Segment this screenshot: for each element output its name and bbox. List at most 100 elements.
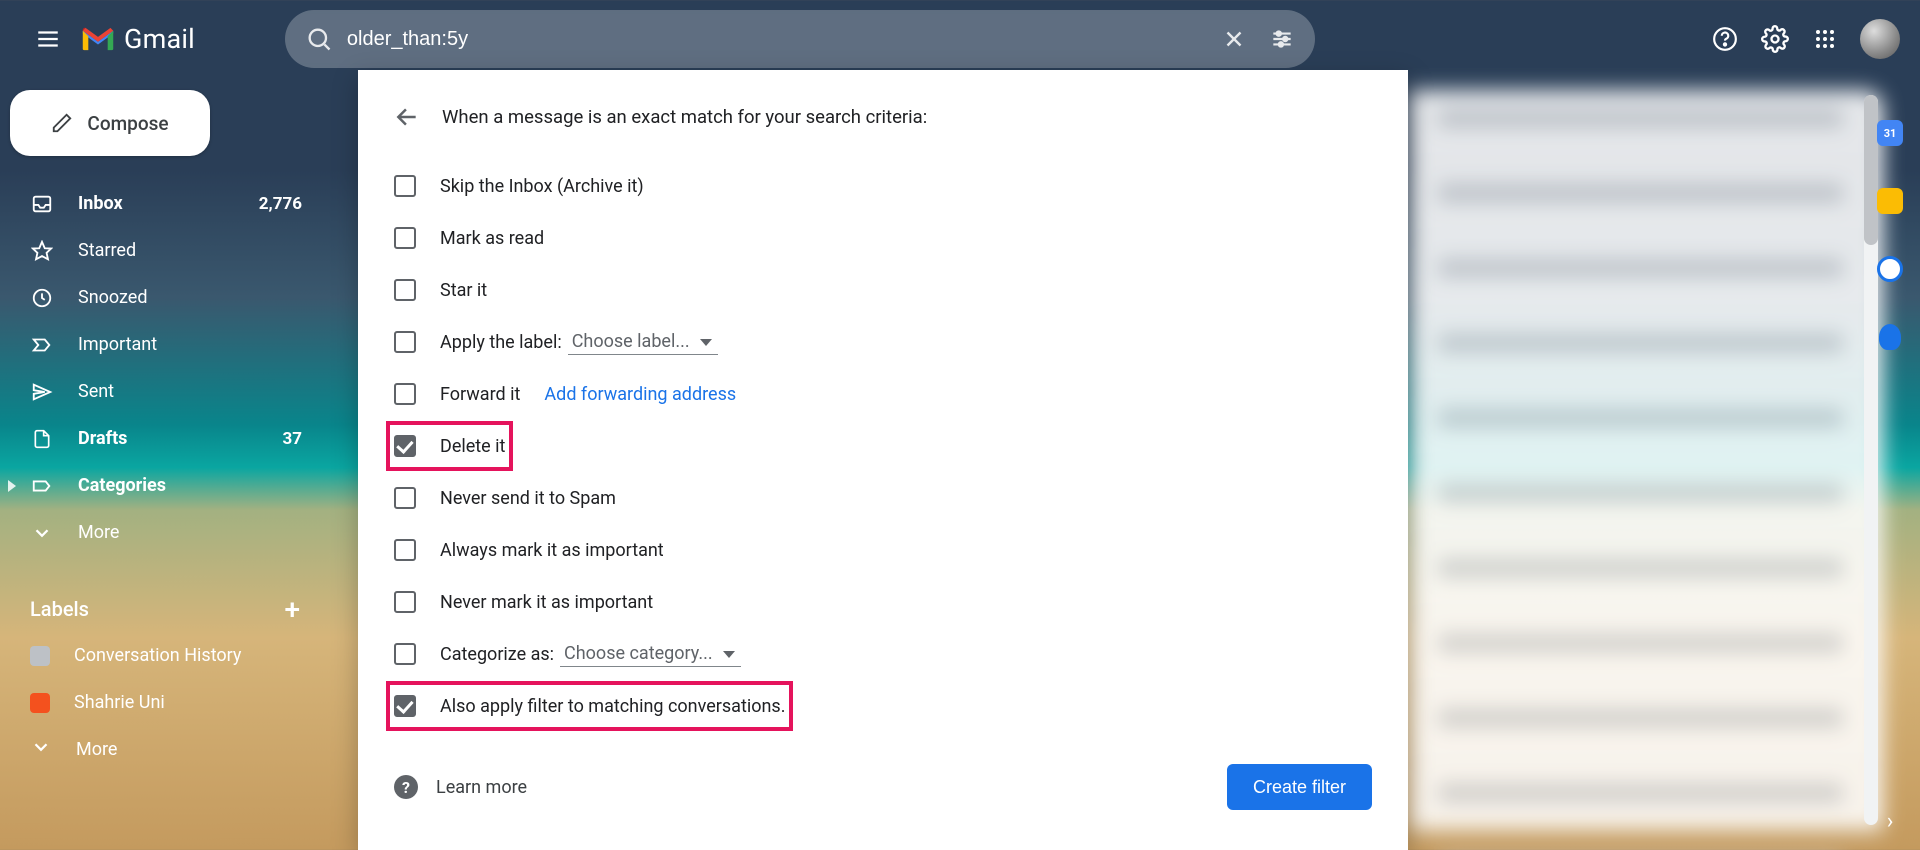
option-categorize: Categorize as: Choose category... bbox=[394, 628, 1372, 680]
sidebar-item-snoozed[interactable]: Snoozed bbox=[10, 274, 320, 321]
keep-app-icon[interactable] bbox=[1877, 188, 1903, 214]
label-delete: Delete it bbox=[440, 436, 505, 457]
sidebar-item-starred[interactable]: Starred bbox=[10, 227, 320, 274]
label-also-apply: Also apply filter to matching conversati… bbox=[440, 696, 785, 717]
labels-title: Labels bbox=[30, 597, 89, 621]
apps-button[interactable] bbox=[1810, 24, 1840, 54]
checkbox-star[interactable] bbox=[394, 279, 416, 301]
important-icon bbox=[30, 333, 54, 357]
search-bar[interactable] bbox=[285, 10, 1315, 68]
sidebar-item-sent[interactable]: Sent bbox=[10, 368, 320, 415]
label-color-icon bbox=[30, 646, 50, 666]
sidebar-item-label: More bbox=[78, 522, 119, 543]
label-item-shahrie-uni[interactable]: Shahrie Uni bbox=[10, 679, 320, 726]
settings-button[interactable] bbox=[1760, 24, 1790, 54]
hamburger-icon bbox=[35, 26, 61, 52]
label-item-more[interactable]: More bbox=[10, 726, 320, 773]
label-forward: Forward it bbox=[440, 384, 520, 405]
option-delete: Delete it bbox=[394, 420, 1372, 472]
add-forwarding-link[interactable]: Add forwarding address bbox=[544, 384, 736, 405]
checkbox-apply-label[interactable] bbox=[394, 331, 416, 353]
learn-more-link[interactable]: ? Learn more bbox=[394, 775, 527, 799]
checkbox-never-spam[interactable] bbox=[394, 487, 416, 509]
label-name: Shahrie Uni bbox=[74, 692, 165, 713]
logo[interactable]: Gmail bbox=[80, 23, 195, 55]
label-name: Conversation History bbox=[74, 645, 241, 666]
search-icon bbox=[305, 25, 333, 53]
label-categorize: Categorize as: bbox=[440, 644, 554, 665]
app-header: Gmail bbox=[0, 0, 1920, 78]
apps-grid-icon bbox=[1813, 27, 1837, 51]
mail-list-blurred bbox=[1408, 90, 1883, 830]
option-never-important: Never mark it as important bbox=[394, 576, 1372, 628]
label-never-spam: Never send it to Spam bbox=[440, 488, 616, 509]
sidebar-item-label: Inbox bbox=[78, 193, 123, 214]
label-mark-read: Mark as read bbox=[440, 228, 544, 249]
gmail-icon bbox=[80, 25, 116, 53]
label-always-important: Always mark it as important bbox=[440, 540, 664, 561]
contacts-app-icon[interactable] bbox=[1879, 324, 1901, 350]
sidebar-item-label: Snoozed bbox=[78, 287, 148, 308]
filter-options: Skip the Inbox (Archive it) Mark as read… bbox=[394, 160, 1372, 732]
clear-search-icon[interactable] bbox=[1221, 26, 1247, 52]
checkbox-never-important[interactable] bbox=[394, 591, 416, 613]
sidebar-item-important[interactable]: Important bbox=[10, 321, 320, 368]
compose-button[interactable]: Compose bbox=[10, 90, 210, 156]
help-icon: ? bbox=[394, 775, 418, 799]
sidebar-item-categories[interactable]: Categories bbox=[10, 462, 320, 509]
filter-title: When a message is an exact match for you… bbox=[442, 106, 927, 128]
filter-panel: When a message is an exact match for you… bbox=[358, 70, 1408, 850]
sidebar-item-label: Sent bbox=[78, 381, 114, 402]
label-item-conversation-history[interactable]: Conversation History bbox=[10, 632, 320, 679]
search-input[interactable] bbox=[347, 28, 1221, 51]
dropdown-choose-category[interactable]: Choose category... bbox=[560, 641, 741, 667]
labels-list: Conversation History Shahrie Uni More bbox=[10, 632, 320, 773]
label-apply-label: Apply the label: bbox=[440, 332, 562, 353]
create-filter-button[interactable]: Create filter bbox=[1227, 764, 1372, 810]
side-panel: › bbox=[1860, 90, 1920, 850]
more-icon bbox=[30, 521, 54, 545]
nav-list: Inbox 2,776 Starred Snoozed Important Sent Dra… bbox=[10, 180, 320, 556]
header-actions bbox=[1710, 19, 1900, 59]
support-button[interactable] bbox=[1710, 24, 1740, 54]
tasks-app-icon[interactable] bbox=[1877, 256, 1903, 282]
checkbox-forward[interactable] bbox=[394, 383, 416, 405]
calendar-app-icon[interactable] bbox=[1877, 120, 1903, 146]
checkbox-delete[interactable] bbox=[394, 435, 416, 457]
checkbox-mark-read[interactable] bbox=[394, 227, 416, 249]
main-menu-button[interactable] bbox=[20, 11, 76, 67]
dropdown-choose-label[interactable]: Choose label... bbox=[568, 329, 718, 355]
pencil-icon bbox=[51, 112, 73, 134]
checkbox-skip-inbox[interactable] bbox=[394, 175, 416, 197]
sidebar-item-count: 2,776 bbox=[259, 194, 302, 214]
label-skip-inbox: Skip the Inbox (Archive it) bbox=[440, 176, 644, 197]
gear-icon bbox=[1761, 25, 1789, 53]
option-forward: Forward it Add forwarding address bbox=[394, 368, 1372, 420]
inbox-icon bbox=[30, 192, 54, 216]
option-never-spam: Never send it to Spam bbox=[394, 472, 1372, 524]
account-avatar[interactable] bbox=[1860, 19, 1900, 59]
sidebar-item-drafts[interactable]: Drafts 37 bbox=[10, 415, 320, 462]
checkbox-categorize[interactable] bbox=[394, 643, 416, 665]
sidebar-item-count: 37 bbox=[282, 429, 302, 449]
back-arrow-icon[interactable] bbox=[394, 104, 420, 130]
label-name: More bbox=[76, 739, 117, 760]
add-label-button[interactable]: + bbox=[284, 593, 300, 626]
option-always-important: Always mark it as important bbox=[394, 524, 1372, 576]
side-panel-expand-icon[interactable]: › bbox=[1887, 809, 1894, 834]
label-star: Star it bbox=[440, 280, 487, 301]
filter-footer: ? Learn more Create filter bbox=[394, 764, 1372, 810]
checkbox-always-important[interactable] bbox=[394, 539, 416, 561]
chevron-down-icon bbox=[30, 736, 52, 763]
sidebar-item-more[interactable]: More bbox=[10, 509, 320, 556]
sidebar-item-label: Drafts bbox=[78, 428, 127, 449]
option-mark-read: Mark as read bbox=[394, 212, 1372, 264]
option-also-apply: Also apply filter to matching conversati… bbox=[394, 680, 1372, 732]
send-icon bbox=[30, 380, 54, 404]
labels-heading: Labels + bbox=[10, 586, 320, 632]
label-never-important: Never mark it as important bbox=[440, 592, 653, 613]
search-options-icon[interactable] bbox=[1269, 26, 1295, 52]
sidebar-item-inbox[interactable]: Inbox 2,776 bbox=[10, 180, 320, 227]
option-skip-inbox: Skip the Inbox (Archive it) bbox=[394, 160, 1372, 212]
checkbox-also-apply[interactable] bbox=[394, 695, 416, 717]
